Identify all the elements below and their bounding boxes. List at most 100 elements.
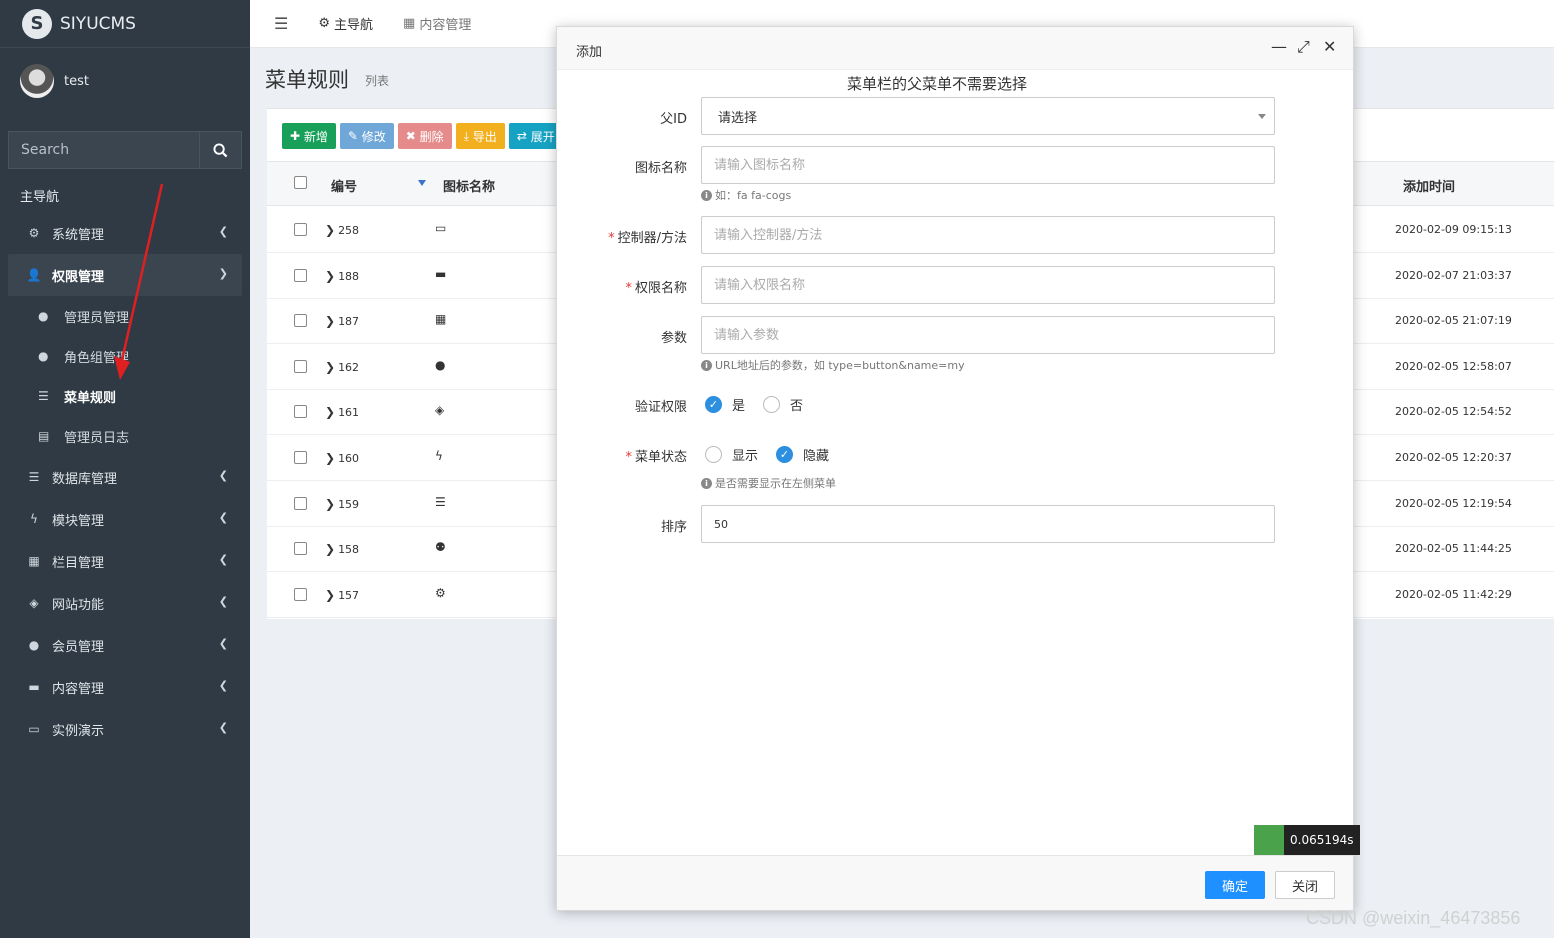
controller-input[interactable] (701, 216, 1275, 254)
sort-input[interactable] (701, 505, 1275, 543)
add-label: 新增 (303, 129, 328, 144)
row-time: 2020-02-05 11:42:29 (1395, 587, 1512, 601)
row-checkbox[interactable] (294, 405, 307, 419)
confirm-button[interactable]: 确定 (1205, 871, 1265, 899)
expand-chevron-icon[interactable]: ❯ (325, 542, 335, 556)
dialog-body: 菜单栏的父菜单不需要选择 父ID 请选择 图标名称 i如：fa fa-cogs … (557, 70, 1353, 855)
minimize-icon[interactable]: — (1271, 37, 1287, 56)
sidebar-item-content[interactable]: ▬ 内容管理 ❮ (8, 666, 242, 708)
row-checkbox[interactable] (294, 451, 307, 464)
status-show-radio[interactable] (705, 446, 722, 463)
sidebar-item-member[interactable]: ● 会员管理 ❮ (8, 624, 242, 666)
chevron-down-icon (1258, 114, 1266, 119)
expand-chevron-icon[interactable]: ❯ (325, 588, 335, 602)
radio-label: 显示 (732, 449, 759, 464)
search-button[interactable] (200, 131, 242, 169)
page-trace[interactable]: 0.065194s (1254, 825, 1360, 855)
chevron-left-icon: ❮ (218, 595, 228, 608)
export-button[interactable]: ⤓ 导出 (455, 123, 505, 149)
row-id-text: 162 (338, 360, 360, 374)
user-icon: ● (38, 309, 49, 323)
row-checkbox[interactable] (294, 268, 307, 282)
watermark: CSDN @weixin_46473856 (1306, 908, 1521, 928)
close-icon[interactable]: ✕ (1323, 37, 1336, 56)
expand-chevron-icon[interactable]: ❯ (325, 451, 335, 465)
row-id[interactable]: ❯ 157 (325, 588, 359, 602)
column-header-id[interactable]: 编号 (331, 176, 357, 195)
row-checkbox[interactable] (294, 496, 307, 510)
sidebar-subitem-admins[interactable]: ● 管理员管理 (8, 296, 242, 336)
auth-radio-group: ✓ 是 否 (705, 395, 821, 414)
expand-button[interactable]: ⇄ 展开 (508, 123, 563, 149)
column-header-time[interactable]: 添加时间 (1403, 176, 1455, 195)
sidebar-subitem-menu-rules[interactable]: ☰ 菜单规则 (8, 376, 242, 416)
expand-chevron-icon[interactable]: ❯ (325, 314, 335, 328)
perm-label: * 权限名称 (625, 281, 687, 296)
tab-main-nav[interactable]: ⚙ 主导航 (318, 14, 373, 33)
row-id[interactable]: ❯ 159 (325, 497, 359, 511)
logo[interactable]: S SIYUCMS (0, 0, 250, 48)
chevron-left-icon: ❮ (218, 225, 228, 238)
permission-name-input[interactable] (701, 266, 1275, 304)
row-id-text: 157 (338, 588, 360, 602)
expand-label: 展开 (530, 129, 555, 144)
briefcase-icon: ▬ (28, 680, 40, 694)
delete-button[interactable]: ✖ 删除 (397, 123, 452, 149)
sort-desc-icon[interactable] (418, 180, 426, 186)
expand-chevron-icon[interactable]: ❯ (325, 269, 335, 283)
row-checkbox[interactable] (294, 542, 307, 556)
row-checkbox[interactable] (294, 314, 307, 328)
sidebar-subitem-roles[interactable]: ● 角色组管理 (8, 336, 242, 376)
auth-yes-radio[interactable]: ✓ (705, 396, 722, 413)
row-checkbox[interactable] (294, 223, 307, 236)
tab-content[interactable]: ▦ 内容管理 (403, 14, 471, 33)
user-gear-icon: 👤 (26, 268, 42, 282)
sidebar-item-site[interactable]: ◈ 网站功能 ❮ (8, 582, 242, 624)
status-hide-radio[interactable]: ✓ (776, 446, 794, 463)
row-id-text: 258 (338, 224, 360, 237)
maximize-icon[interactable]: ⤢ (1297, 37, 1310, 57)
sidebar-subitem-admin-log[interactable]: ▤ 管理员日志 (8, 416, 242, 456)
sidebar-item-auth[interactable]: 👤 权限管理 ❯ (8, 254, 242, 296)
expand-chevron-icon[interactable]: ❯ (325, 497, 335, 511)
field-label: 排序 (660, 520, 687, 535)
parent-select[interactable]: 请选择 (701, 97, 1275, 135)
sidebar-item-demo[interactable]: ▭ 实例演示 ❮ (8, 708, 242, 750)
row-id[interactable]: ❯ 187 (325, 314, 359, 328)
briefcase-icon: ▬ (435, 266, 447, 281)
sidebar-item-database[interactable]: ☰ 数据库管理 ❮ (8, 456, 242, 498)
sidebar-item-column[interactable]: ▦ 栏目管理 ❮ (8, 540, 242, 582)
search-input[interactable] (8, 131, 200, 169)
row-id[interactable]: ❯ 162 (325, 360, 359, 374)
dialog-title: 添加 (576, 45, 603, 60)
edit-button[interactable]: ✎ 修改 (339, 123, 394, 149)
row-checkbox[interactable] (294, 359, 307, 373)
expand-chevron-icon[interactable]: ❯ (325, 223, 335, 237)
param-label: 参数 (557, 327, 687, 346)
column-header-icon[interactable]: 图标名称 (443, 176, 495, 195)
menu-toggle-icon[interactable]: ☰ (274, 14, 288, 33)
field-label: 权限名称 (634, 281, 687, 296)
sidebar-item-system[interactable]: ⚙ 系统管理 ❮ (8, 212, 242, 254)
row-id[interactable]: ❯ 258 (325, 223, 359, 237)
row-checkbox[interactable] (294, 587, 307, 601)
field-label: 控制器/方法 (617, 231, 687, 246)
expand-chevron-icon[interactable]: ❯ (325, 360, 335, 374)
user-gear-icon: ● (38, 349, 49, 363)
user-name: test (64, 73, 89, 89)
row-id[interactable]: ❯ 161 (325, 405, 359, 419)
row-id[interactable]: ❯ 158 (325, 542, 359, 556)
cogs-icon: ⚙ (435, 585, 446, 600)
row-id[interactable]: ❯ 188 (325, 269, 359, 283)
param-input[interactable] (701, 316, 1275, 354)
sidebar-item-module[interactable]: ϟ 模块管理 ❮ (8, 498, 242, 540)
expand-chevron-icon[interactable]: ❯ (325, 405, 335, 419)
auth-no-radio[interactable] (763, 396, 781, 413)
icon-name-input[interactable] (701, 146, 1275, 184)
select-all-checkbox[interactable] (294, 176, 307, 189)
row-time: 2020-02-05 11:44:25 (1395, 542, 1512, 556)
close-button[interactable]: 关闭 (1275, 871, 1335, 899)
row-id[interactable]: ❯ 160 (325, 451, 359, 465)
add-button[interactable]: ✚ 新增 (282, 123, 336, 149)
search-icon (213, 142, 228, 157)
